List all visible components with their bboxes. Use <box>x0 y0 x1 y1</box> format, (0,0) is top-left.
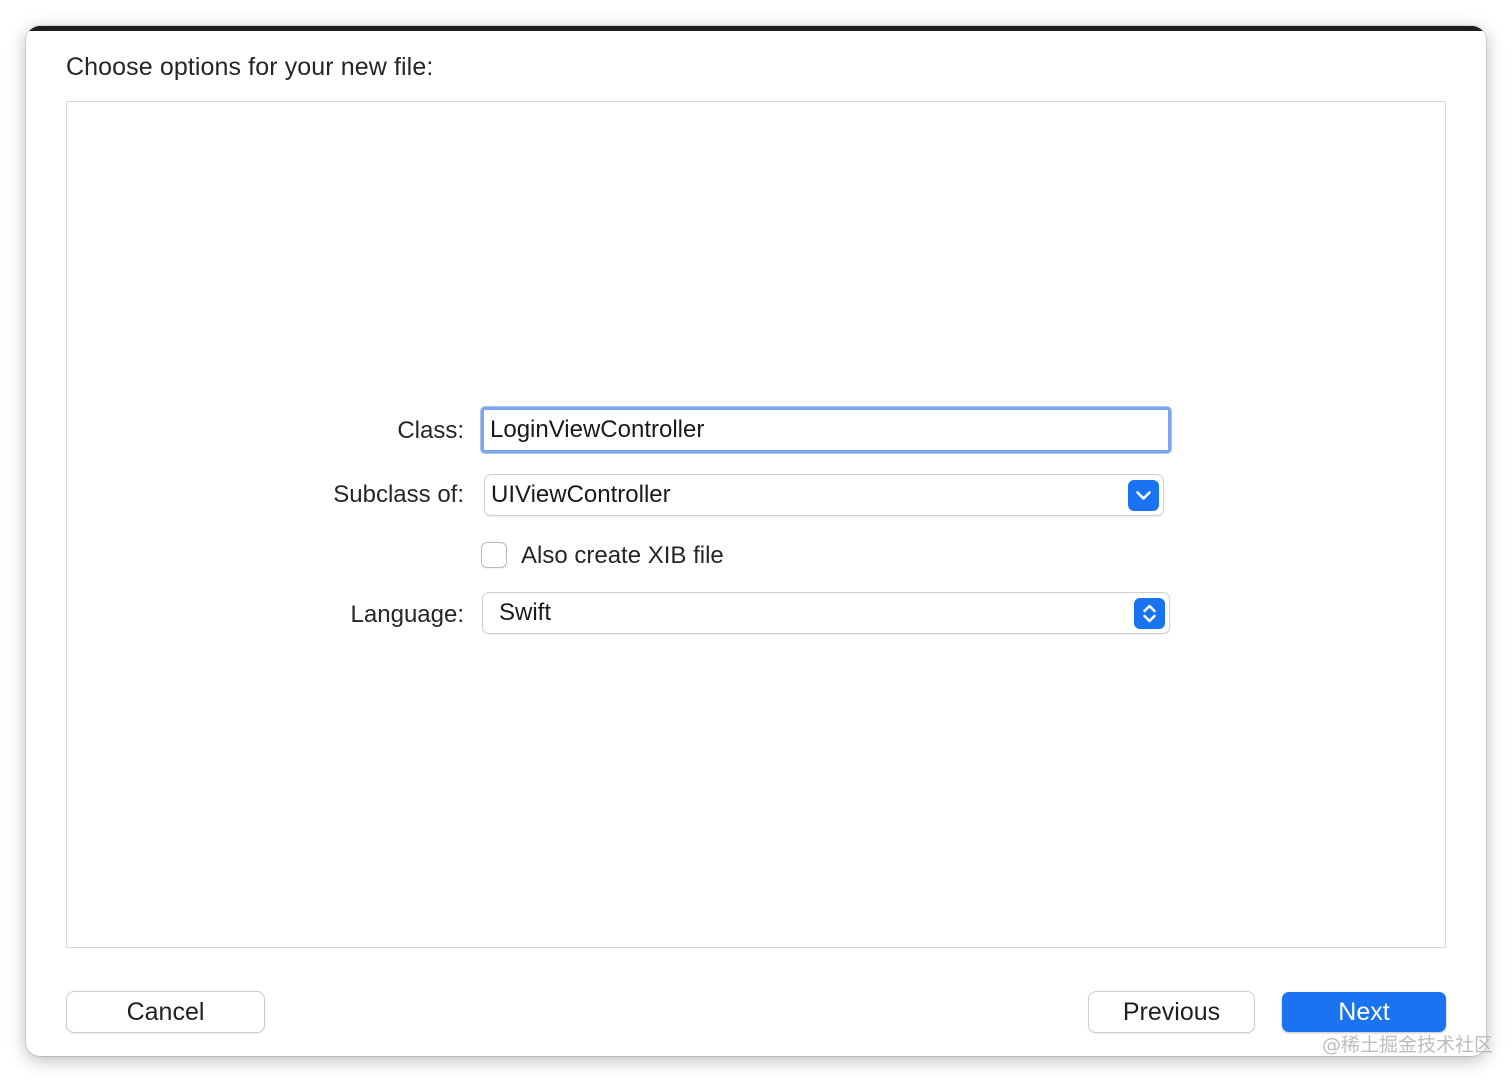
previous-button[interactable]: Previous <box>1089 992 1254 1032</box>
subclass-popup[interactable]: UIViewController <box>485 475 1163 515</box>
subclass-label: Subclass of: <box>333 481 464 508</box>
options-panel <box>66 101 1446 948</box>
class-input[interactable] <box>484 410 1168 450</box>
chevron-down-icon <box>1128 480 1159 511</box>
language-label: Language: <box>350 601 464 628</box>
cancel-button[interactable]: Cancel <box>67 992 264 1032</box>
sheet-top-edge <box>26 26 1486 31</box>
class-field[interactable] <box>481 407 1171 453</box>
subclass-value: UIViewController <box>491 481 671 508</box>
xib-checkbox[interactable] <box>481 542 507 568</box>
next-button[interactable]: Next <box>1282 992 1446 1032</box>
watermark-text: @稀土掘金技术社区 <box>1322 1034 1494 1056</box>
new-file-options-sheet: Choose options for your new file: Class:… <box>26 26 1486 1056</box>
sheet-title: Choose options for your new file: <box>66 53 434 81</box>
class-label: Class: <box>397 417 464 444</box>
xib-checkbox-label: Also create XIB file <box>521 542 724 569</box>
chevron-up-down-icon <box>1134 598 1165 629</box>
language-value: Swift <box>499 599 552 626</box>
language-popup[interactable]: Swift <box>483 593 1169 633</box>
